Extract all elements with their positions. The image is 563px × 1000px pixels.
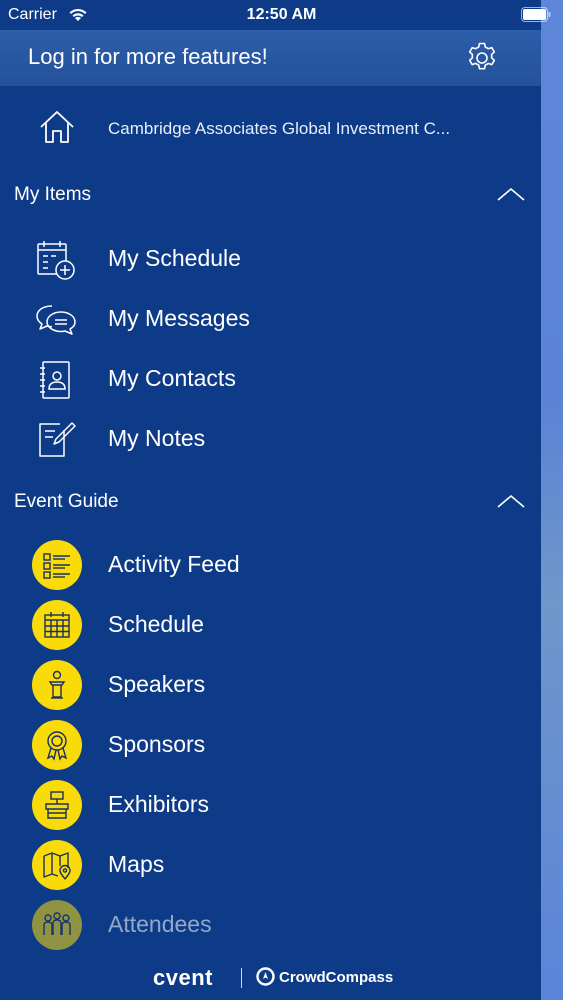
home-icon <box>40 111 74 143</box>
section-title: My Items <box>14 184 92 205</box>
menu-item-label: Maps <box>108 851 165 877</box>
underlying-content-edge[interactable] <box>541 0 563 1000</box>
menu-item-my-contacts[interactable]: My Contacts <box>0 350 541 408</box>
people-group-icon <box>43 912 71 935</box>
crowdcompass-logo-icon <box>256 967 275 986</box>
cvent-logo: cvent <box>153 965 213 990</box>
drawer-header: Log in for more features! <box>0 30 541 86</box>
menu-item-label: My Contacts <box>108 365 236 391</box>
event-home-item[interactable]: Cambridge Associates Global Investment C… <box>0 88 541 170</box>
menu-item-label: My Messages <box>108 305 250 331</box>
calendar-icon <box>44 612 70 638</box>
menu-item-my-messages[interactable]: My Messages <box>0 290 541 348</box>
event-name-label: Cambridge Associates Global Investment C… <box>108 119 451 138</box>
menu-item-label: Attendees <box>108 911 212 937</box>
icon-circle <box>32 840 82 890</box>
menu-item-speakers[interactable]: Speakers <box>0 656 541 714</box>
battery-icon <box>521 7 551 22</box>
menu-item-label: Schedule <box>108 611 204 637</box>
status-bar: Carrier 12:50 AM <box>0 0 563 30</box>
speaker-podium-icon <box>48 670 66 699</box>
menu-item-schedule[interactable]: Schedule <box>0 596 541 654</box>
menu-item-my-notes[interactable]: My Notes <box>0 410 541 468</box>
menu-item-label: Exhibitors <box>108 791 209 817</box>
note-pencil-icon <box>39 422 76 457</box>
map-pin-icon <box>43 852 71 880</box>
icon-circle <box>32 600 82 650</box>
brand-logos: cvent CrowdCompass <box>153 965 393 991</box>
section-header-my-items[interactable]: My Items <box>0 170 541 220</box>
chat-bubbles-icon <box>36 305 76 335</box>
icon-circle <box>32 780 82 830</box>
section-title: Event Guide <box>14 491 119 512</box>
calendar-add-icon <box>37 241 75 280</box>
login-prompt-link[interactable]: Log in for more features! <box>28 44 268 70</box>
chevron-up-icon[interactable] <box>496 186 526 202</box>
icon-circle <box>32 660 82 710</box>
exhibitor-booth-icon <box>45 791 69 819</box>
menu-item-attendees[interactable]: Attendees <box>0 896 541 954</box>
menu-item-label: Speakers <box>108 671 206 697</box>
menu-item-activity-feed[interactable]: Activity Feed <box>0 536 541 594</box>
menu-item-label: Sponsors <box>108 731 206 757</box>
icon-circle <box>32 720 82 770</box>
icon-circle <box>32 900 82 950</box>
section-header-event-guide[interactable]: Event Guide <box>0 477 541 527</box>
menu-item-exhibitors[interactable]: Exhibitors <box>0 776 541 834</box>
status-time: 12:50 AM <box>246 6 317 23</box>
menu-item-label: My Schedule <box>108 245 241 271</box>
menu-item-my-schedule[interactable]: My Schedule <box>0 230 541 288</box>
drawer-footer: cvent CrowdCompass <box>0 955 541 1000</box>
menu-item-label: My Notes <box>108 425 206 451</box>
menu-item-sponsors[interactable]: Sponsors <box>0 716 541 774</box>
icon-circle <box>32 540 82 590</box>
gear-icon[interactable] <box>464 40 500 76</box>
menu-item-label: Activity Feed <box>108 551 240 577</box>
crowdcompass-logo: CrowdCompass <box>279 969 394 986</box>
menu-item-maps[interactable]: Maps <box>0 836 541 894</box>
list-feed-icon <box>43 553 70 579</box>
logo-divider <box>241 968 242 988</box>
address-book-icon <box>40 361 70 399</box>
chevron-up-icon[interactable] <box>496 493 526 509</box>
award-ribbon-icon <box>46 731 68 761</box>
